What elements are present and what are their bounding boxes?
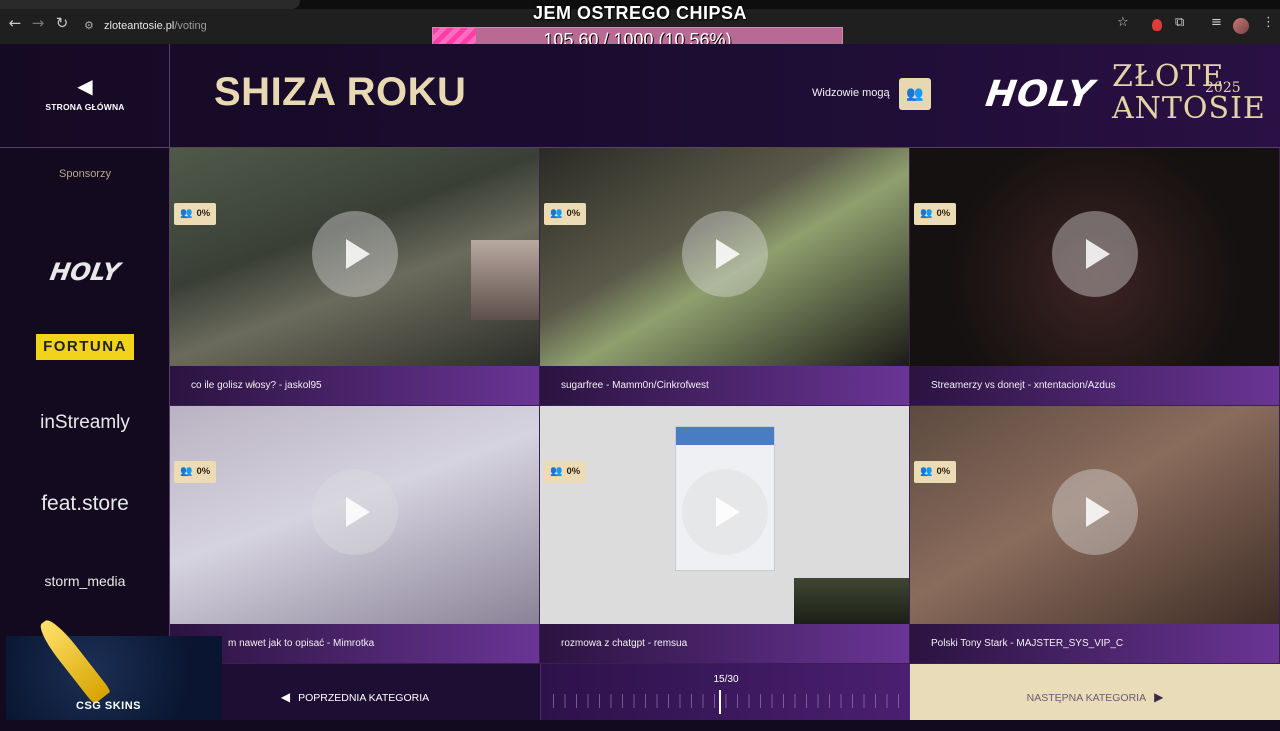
csgo-skins-label: CSG SKINS [76, 700, 142, 712]
csgo-skins-overlay: CSG SKINS [6, 615, 222, 720]
current-category-marker [719, 690, 721, 714]
group-icon: 👥 [920, 466, 933, 477]
viewers-label: Widzowie mogą [812, 87, 890, 99]
category-ticks [553, 694, 899, 708]
vote-percent-badge: 👥 0% [544, 461, 587, 483]
nominee-caption: m nawet jak to opisać - Mimrotka [170, 624, 539, 663]
arrow-left-icon: ◀ [280, 690, 291, 704]
arrow-right-icon: ▶ [1154, 690, 1164, 704]
vote-percent-badge: 👥 0% [174, 203, 217, 225]
active-tab[interactable] [0, 0, 300, 9]
previous-category-button[interactable]: ◀ POPRZEDNIA KATEGORIA [170, 664, 540, 720]
home-link[interactable]: ◀ STRONA GŁÓWNA [0, 44, 170, 148]
next-category-label: NASTĘPNA KATEGORIA [1026, 692, 1147, 704]
vote-percent-badge: 👥 0% [914, 461, 957, 483]
nominee-caption: co ile golisz włosy? - jaskol95 [170, 366, 539, 405]
nominees-grid: 👥 0% co ile golisz włosy? - jaskol95 👥 0% … [170, 148, 1280, 664]
nominee-caption: sugarfree - Mamm0n/Cinkrofwest [540, 366, 909, 405]
sponsor-featstore[interactable]: feat.store [0, 492, 170, 516]
play-icon[interactable] [1052, 211, 1138, 297]
group-icon: 👥 [550, 466, 563, 477]
sponsor-instreamly[interactable]: inStreamly [0, 412, 170, 434]
viewers-group-icon[interactable]: 👥 [899, 78, 931, 110]
vote-percent: 0% [936, 208, 951, 219]
bookmark-star-icon[interactable]: ☆ [1117, 15, 1129, 33]
nominee-card[interactable]: 👥 0% m nawet jak to opisać - Mimrotka [170, 406, 540, 664]
url-path: /voting [174, 20, 207, 32]
previous-category-label: POPRZEDNIA KATEGORIA [298, 692, 430, 704]
back-icon[interactable]: ← [6, 14, 24, 32]
next-category-button[interactable]: NASTĘPNA KATEGORIA ▶ [910, 664, 1280, 720]
nominee-card[interactable]: 👥 0% rozmowa z chatgpt - remsua [540, 406, 910, 664]
address-bar[interactable]: ⚙ zloteantosie.pl/voting [78, 14, 428, 38]
forward-icon[interactable]: → [29, 14, 47, 32]
profile-avatar[interactable] [1233, 18, 1249, 34]
play-icon[interactable] [312, 469, 398, 555]
play-icon[interactable] [1052, 469, 1138, 555]
url-host: zloteantosie.pl [104, 20, 175, 32]
group-icon: 👥 [180, 466, 193, 477]
site-info-icon[interactable]: ⚙ [84, 14, 98, 38]
play-icon[interactable] [682, 469, 768, 555]
vote-percent: 0% [196, 466, 211, 477]
arrow-left-icon: ◀ [77, 74, 93, 98]
vote-percent-badge: 👥 0% [914, 203, 957, 225]
vote-percent: 0% [196, 208, 211, 219]
nominee-card[interactable]: 👥 0% Polski Tony Stark - MAJSTER_SYS_VIP_… [910, 406, 1280, 664]
extensions-puzzle-icon[interactable]: ⧉ [1175, 15, 1184, 33]
sponsors-title: Sponsorzy [59, 168, 111, 180]
vote-percent-badge: 👥 0% [544, 203, 587, 225]
play-icon[interactable] [312, 211, 398, 297]
reload-icon[interactable]: ↻ [53, 14, 71, 32]
group-icon: 👥 [550, 208, 563, 219]
vote-percent: 0% [936, 466, 951, 477]
sponsor-holy[interactable]: HOLY [0, 258, 172, 286]
goal-title: JEM OSTREGO CHIPSA [532, 3, 748, 23]
vote-percent: 0% [566, 466, 581, 477]
category-progress: 15/30 [540, 664, 910, 720]
nominee-card[interactable]: 👥 0% sugarfree - Mamm0n/Cinkrofwest [540, 148, 910, 406]
nominee-caption: Streamerzy vs donejt - xntentacion/Azdus [910, 366, 1279, 405]
voting-page: ◀ STRONA GŁÓWNA SHIZA ROKU Widzowie mogą… [0, 44, 1280, 720]
menu-icon[interactable]: ⋮ [1262, 15, 1275, 33]
holy-logo: HOLY [983, 74, 1098, 115]
zlote-antosie-logo-line2: ANTOSIE [1112, 91, 1266, 126]
nominee-card[interactable]: 👥 0% Streamerzy vs donejt - xntentacion/A… [910, 148, 1280, 406]
webcam-overlay [794, 578, 909, 624]
home-link-label: STRONA GŁÓWNA [45, 102, 125, 112]
webcam-overlay [471, 240, 539, 320]
extension-icon[interactable] [1152, 19, 1162, 31]
page-header: ◀ STRONA GŁÓWNA SHIZA ROKU Widzowie mogą… [0, 44, 1280, 148]
media-control-icon[interactable]: ≡ [1211, 15, 1222, 33]
group-icon: 👥 [920, 208, 933, 219]
captcha-header [676, 427, 774, 445]
sponsor-fortuna[interactable]: FORTUNA [36, 334, 134, 360]
nominee-caption: rozmowa z chatgpt - remsua [540, 624, 909, 663]
play-icon[interactable] [682, 211, 768, 297]
vote-percent-badge: 👥 0% [174, 461, 217, 483]
nominee-card[interactable]: 👥 0% co ile golisz włosy? - jaskol95 [170, 148, 540, 406]
group-icon: 👥 [180, 208, 193, 219]
sponsors-sidebar: Sponsorzy HOLY FORTUNA inStreamly feat.s… [0, 148, 170, 720]
nominee-caption: Polski Tony Stark - MAJSTER_SYS_VIP_C [910, 624, 1279, 663]
page-title: SHIZA ROKU [214, 70, 467, 114]
vote-percent: 0% [566, 208, 581, 219]
category-counter: 15/30 [713, 674, 739, 685]
sponsor-stormmedia[interactable]: storm_media [0, 573, 170, 589]
category-navigation: ◀ POPRZEDNIA KATEGORIA 15/30 NASTĘPNA KAT… [170, 664, 1280, 720]
